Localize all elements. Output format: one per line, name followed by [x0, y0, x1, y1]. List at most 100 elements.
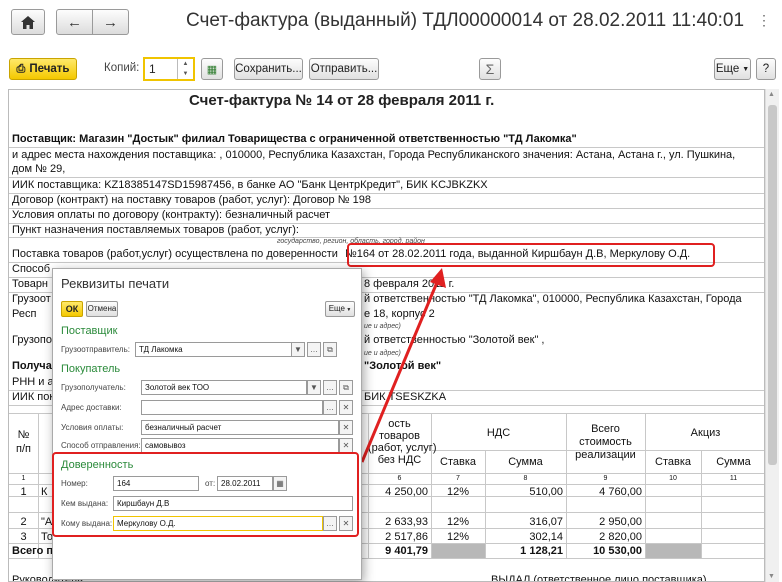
scroll-up-icon[interactable]: ▲: [768, 91, 775, 98]
issuer-label: ВЫДАЛ (ответственное лицо поставщика): [491, 574, 707, 582]
delivery-prefix: Поставка товаров (работ,услуг) осуществл…: [12, 248, 338, 260]
copies-value: 1: [149, 62, 156, 76]
sum-button[interactable]: Σ: [479, 58, 501, 80]
col-number-11: 11: [729, 475, 738, 482]
forward-button[interactable]: →: [92, 9, 129, 35]
back-button[interactable]: ←: [56, 9, 93, 35]
col-vat-sum-header: Сумма: [508, 456, 543, 468]
row-rate: 12%: [446, 531, 470, 543]
col-num-header: № п/п: [16, 429, 31, 455]
col-number-9: 9: [603, 475, 608, 482]
col-excise-sum-header: Сумма: [716, 456, 751, 468]
col-number-1: 1: [21, 475, 26, 482]
col-total-header: Всего стоимость реализации: [575, 423, 636, 461]
payment-terms-clear[interactable]: ✕: [339, 420, 353, 435]
shipping-method-clear[interactable]: ✕: [339, 438, 353, 453]
shipper-label: Грузоотправитель:: [61, 345, 130, 354]
shipper-line2-prefix: Респ: [12, 308, 37, 320]
payment-terms-label: Условия оплаты:: [61, 423, 124, 432]
consignee-dropdown[interactable]: ▼: [307, 380, 321, 395]
delivery-address-input[interactable]: [141, 400, 323, 415]
consignee-prefix: Грузопо: [12, 334, 52, 346]
copies-label: Копий:: [104, 62, 140, 74]
row-value: 4 250,00: [385, 486, 428, 498]
total-vat: 1 128,21: [520, 545, 563, 557]
buyer-prefix: Получа: [12, 360, 52, 372]
help-button[interactable]: ?: [756, 58, 776, 80]
home-icon: [21, 15, 35, 29]
send-button[interactable]: Отправить...: [309, 58, 379, 80]
scroll-down-icon[interactable]: ▼: [768, 573, 775, 580]
shipping-method-label: Способ отправления:: [61, 441, 141, 450]
delivery-address-choose[interactable]: …: [323, 400, 337, 415]
row-rate: 12%: [446, 486, 470, 498]
shipper-input[interactable]: ТД Лакомка: [135, 342, 305, 357]
address-line-1: и адрес места нахождения поставщика: , 0…: [12, 149, 736, 161]
payment-terms-input[interactable]: безналичный расчет: [141, 420, 339, 435]
row-vat: 302,14: [529, 531, 563, 543]
col-number-10: 10: [669, 475, 677, 482]
col-number-6: 6: [397, 475, 402, 482]
document-scrollbar[interactable]: ▲ ▼: [765, 89, 779, 582]
row-num: 2: [20, 516, 27, 528]
consignee-input[interactable]: Золотой век ТОО: [141, 380, 307, 395]
destination-line: Пункт назначения поставляемых товаров (р…: [9, 224, 764, 238]
consignee-label: Грузополучатель:: [61, 383, 126, 392]
dialog-title: Реквизиты печати: [61, 276, 170, 291]
delivery-address-label: Адрес доставки:: [61, 403, 122, 412]
copies-input[interactable]: 1 ▲ ▼: [143, 57, 195, 81]
row-vat: 510,00: [529, 486, 563, 498]
total-label: Всего п: [12, 545, 54, 557]
address-line-2: дом № 29,: [9, 163, 764, 178]
row-total: 4 760,00: [599, 486, 642, 498]
col-number-8: 8: [523, 475, 528, 482]
total-sum: 10 530,00: [593, 545, 642, 557]
row-name: К: [41, 486, 48, 498]
consignee-choose[interactable]: …: [323, 380, 337, 395]
row-num: 3: [20, 531, 27, 543]
more-label: Еще: [715, 63, 740, 75]
row-name: "А: [41, 516, 53, 528]
supplier-line: Поставщик: Магазин "Достык" филиал Товар…: [9, 133, 764, 148]
dialog-cancel-button[interactable]: Отмена: [86, 301, 118, 317]
window-title: Счет-фактура (выданный) ТДЛ00000014 от 2…: [186, 10, 745, 31]
copies-stepper[interactable]: ▲ ▼: [177, 59, 193, 79]
home-button[interactable]: [11, 9, 45, 35]
shipper-open[interactable]: ⧉: [323, 342, 337, 357]
row-total: 2 950,00: [599, 516, 642, 528]
total-value: 9 401,79: [385, 545, 428, 557]
goods-date-prefix: Товарн: [12, 278, 49, 290]
shipper-dropdown[interactable]: ▼: [291, 342, 305, 357]
document-heading: Счет-фактура № 14 от 28 февраля 2011 г.: [189, 92, 495, 109]
arrow-right-icon: →: [103, 13, 118, 31]
shipper-choose[interactable]: …: [307, 342, 321, 357]
row-vat: 316,07: [529, 516, 563, 528]
row-value: 2 633,93: [385, 516, 428, 528]
arrow-left-icon: ←: [67, 13, 82, 31]
scroll-thumb[interactable]: [768, 105, 777, 465]
edit-table-button[interactable]: ▦: [201, 58, 223, 80]
iik-buyer-prefix: ИИК пок: [12, 391, 55, 403]
shipping-method-input[interactable]: самовывоз: [141, 438, 339, 453]
row-total: 2 820,00: [599, 531, 642, 543]
supplier-section: Поставщик: [61, 325, 118, 337]
printer-icon: ⎙: [16, 62, 26, 75]
delivery-address-clear[interactable]: ✕: [339, 400, 353, 415]
iik-line: ИИК поставщика: KZ18385147SD15987456, в …: [9, 179, 764, 194]
buyer-section: Покупатель: [61, 363, 121, 375]
col-excise-rate-header: Ставка: [655, 456, 691, 468]
dialog-ok-button[interactable]: ОК: [61, 301, 83, 317]
menu-dots-icon[interactable]: ⋮: [757, 12, 771, 29]
consignee-open[interactable]: ⧉: [339, 380, 353, 395]
col-number-7: 7: [456, 475, 460, 482]
more-button[interactable]: Еще ▼: [714, 58, 751, 80]
col-excise-header: Акциз: [690, 427, 721, 439]
contract-line: Договор (контракт) на поставку товаров (…: [9, 194, 764, 209]
payment-line: Условия оплаты по договору (контракту): …: [9, 209, 764, 224]
print-button[interactable]: ⎙ Печать: [9, 58, 77, 80]
table-edit-icon: ▦: [206, 63, 218, 76]
save-button[interactable]: Сохранить...: [234, 58, 303, 80]
dialog-more-button[interactable]: Еще ▼: [325, 301, 355, 317]
dialog-more-label: Еще: [328, 304, 345, 313]
chevron-down-icon: ▼: [742, 65, 750, 73]
